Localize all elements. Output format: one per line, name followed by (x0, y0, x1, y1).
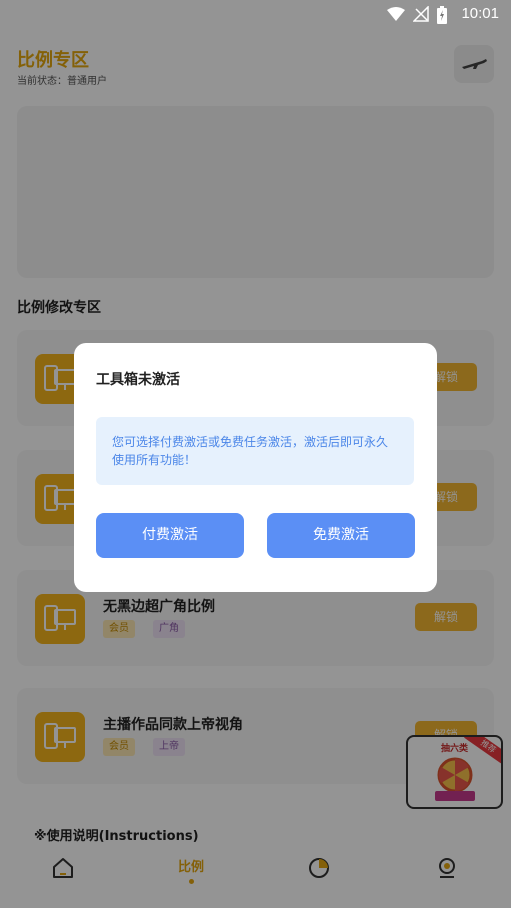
wifi-icon (387, 7, 405, 21)
paid-activate-button[interactable]: 付费激活 (96, 513, 244, 558)
free-activate-button[interactable]: 免费激活 (267, 513, 415, 558)
dialog-message: 您可选择付费激活或免费任务激活，激活后即可永久使用所有功能！ (96, 417, 414, 485)
status-time: 10:01 (461, 5, 499, 22)
status-icons (387, 6, 447, 24)
no-signal-icon (413, 6, 429, 22)
status-bar: 10:01 (0, 0, 511, 30)
activation-dialog: 工具箱未激活 您可选择付费激活或免费任务激活，激活后即可永久使用所有功能！ 付费… (74, 343, 437, 592)
battery-icon (437, 6, 447, 24)
dialog-title: 工具箱未激活 (96, 372, 180, 388)
